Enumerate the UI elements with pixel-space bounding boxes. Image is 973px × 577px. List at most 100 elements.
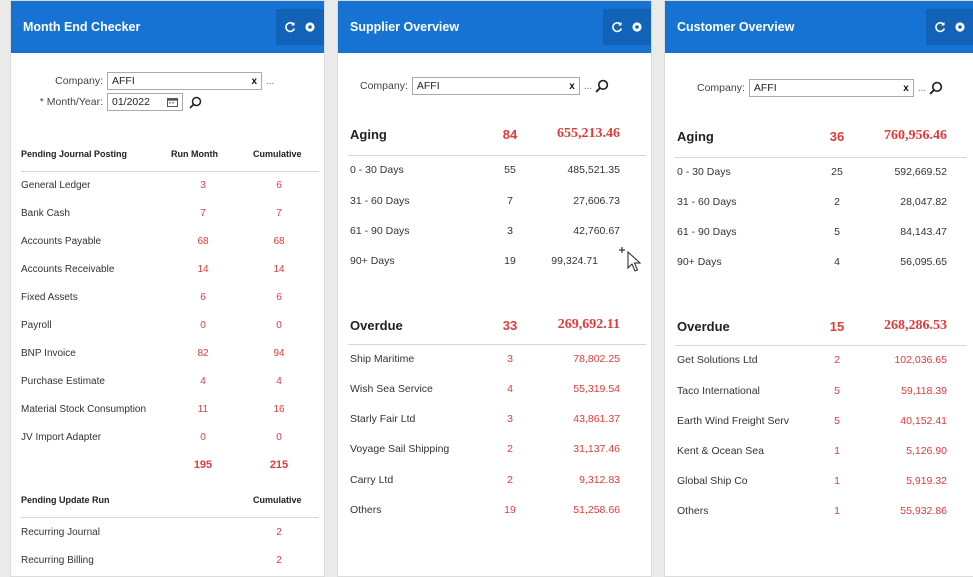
list-item: Get Solutions Ltd 2 102,036.65 — [677, 349, 947, 371]
cumulative-value: 0 — [276, 431, 282, 443]
total-cumulative: 215 — [269, 459, 289, 471]
company-lookup-button[interactable]: ... — [918, 83, 926, 94]
table-row: Material Stock Consumption 11 16 — [21, 399, 311, 419]
company-label: Company: — [360, 80, 408, 92]
pending-update-cumulative-header: Cumulative — [253, 495, 302, 505]
row-amount: 31,137.46 — [573, 443, 620, 455]
clear-icon[interactable]: x — [903, 83, 909, 94]
company-value: AFFI — [416, 80, 440, 92]
run-month-value: 4 — [200, 375, 206, 387]
company-row: Company: AFFI x ... — [360, 77, 609, 95]
row-count: 1 — [834, 475, 840, 487]
company-input[interactable]: AFFI x — [411, 77, 580, 95]
cumulative-value: 6 — [276, 179, 282, 191]
row-count: 1 — [834, 445, 840, 457]
list-item: Others 1 55,932.86 — [677, 500, 947, 522]
row-count: 2 — [834, 196, 840, 208]
aging-amount: 760,956.46 — [884, 128, 947, 143]
overdue-count: 15 — [829, 318, 845, 334]
cumulative-value: 6 — [276, 291, 282, 303]
pending-journal-header: Pending Journal Posting — [21, 149, 128, 159]
company-value: AFFI — [753, 82, 777, 94]
cumulative-header: Cumulative — [253, 149, 302, 159]
cumulative-value: 2 — [276, 554, 282, 566]
month-year-input[interactable]: 01/2022 — [107, 93, 183, 111]
cumulative-value: 16 — [273, 403, 285, 415]
clear-icon[interactable]: x — [251, 76, 257, 87]
settings-icon[interactable] — [631, 21, 643, 33]
company-input[interactable]: AFFI x — [107, 72, 262, 90]
row-amount: 485,521.35 — [567, 164, 620, 176]
month-end-checker-panel: Month End Checker Company: AFFI x ... * … — [10, 0, 325, 577]
company-value: AFFI — [112, 75, 135, 87]
divider — [21, 517, 319, 518]
overdue-count: 33 — [502, 317, 518, 333]
list-item: Voyage Sail Shipping 2 31,137.46 — [350, 438, 620, 460]
row-amount: 592,669.52 — [894, 166, 947, 178]
list-item: Earth Wind Freight Serv 5 40,152.41 — [677, 410, 947, 432]
row-count: 5 — [834, 226, 840, 238]
aging-summary: Aging 84 655,213.46 — [350, 123, 620, 145]
company-lookup-button[interactable]: ... — [266, 76, 274, 87]
row-name: JV Import Adapter — [21, 431, 102, 443]
list-item: Others 19 51,258.66 — [350, 499, 620, 521]
row-name: Payroll — [21, 319, 52, 331]
run-month-value: 3 — [200, 179, 206, 191]
header-actions — [926, 9, 973, 45]
row-name: Bank Cash — [21, 207, 70, 219]
header-actions — [603, 9, 651, 45]
refresh-icon[interactable] — [611, 21, 623, 33]
row-count: 7 — [507, 195, 513, 207]
clear-icon[interactable]: x — [569, 81, 575, 92]
row-count: 25 — [831, 166, 843, 178]
panel-title: Month End Checker — [23, 20, 141, 34]
row-count: 5 — [834, 415, 840, 427]
refresh-icon[interactable] — [284, 21, 296, 33]
row-name: Purchase Estimate — [21, 375, 105, 387]
search-icon[interactable] — [595, 79, 609, 93]
company-row: Company: AFFI x ... — [29, 72, 277, 90]
row-count: 2 — [507, 474, 513, 486]
overdue-summary: Overdue 33 269,692.11 — [350, 314, 620, 336]
settings-icon[interactable] — [304, 21, 316, 33]
cumulative-value: 7 — [276, 207, 282, 219]
month-year-value: 01/2022 — [112, 96, 150, 108]
pending-update-header: Pending Update Run — [21, 495, 110, 505]
list-item: 90+ Days 4 56,095.65 — [677, 251, 947, 273]
overdue-summary: Overdue 15 268,286.53 — [677, 315, 947, 337]
company-input[interactable]: AFFI x — [748, 79, 914, 97]
settings-icon[interactable] — [954, 21, 966, 33]
run-month-value: 0 — [200, 431, 206, 443]
search-icon[interactable] — [189, 96, 202, 109]
list-item: Kent & Ocean Sea 1 5,126.90 — [677, 440, 947, 462]
calendar-icon[interactable] — [167, 97, 178, 107]
aging-count: 36 — [829, 128, 845, 144]
table-row: BNP Invoice 82 94 — [21, 343, 311, 363]
divider — [675, 157, 967, 158]
row-name: BNP Invoice — [21, 347, 76, 359]
row-amount: 43,861.37 — [573, 413, 620, 425]
row-amount: 42,760.67 — [573, 225, 620, 237]
table-row: Recurring Journal 2 — [21, 522, 311, 542]
cumulative-value: 94 — [273, 347, 285, 359]
row-amount: 78,802.25 — [573, 353, 620, 365]
panel-title: Supplier Overview — [350, 20, 460, 34]
row-name: Material Stock Consumption — [21, 403, 147, 415]
list-item: 61 - 90 Days 3 42,760.67 — [350, 220, 620, 242]
table-row: Fixed Assets 6 6 — [21, 287, 311, 307]
row-name: Recurring Journal — [21, 526, 100, 538]
row-amount: 51,258.66 — [573, 504, 620, 516]
row-name: Recurring Billing — [21, 554, 94, 566]
divider — [348, 155, 646, 156]
cumulative-value: 2 — [276, 526, 282, 538]
search-icon[interactable] — [929, 81, 943, 95]
row-amount: 5,126.90 — [906, 445, 947, 457]
row-amount: 99,324.71 — [551, 255, 598, 267]
company-lookup-button[interactable]: ... — [584, 81, 592, 92]
month-end-checker-header: Month End Checker — [11, 1, 324, 53]
refresh-icon[interactable] — [934, 21, 946, 33]
table-row: JV Import Adapter 0 0 — [21, 427, 311, 447]
row-amount: 55,932.86 — [900, 505, 947, 517]
row-name: Accounts Receivable — [21, 263, 115, 275]
row-amount: 59,118.39 — [901, 385, 947, 397]
